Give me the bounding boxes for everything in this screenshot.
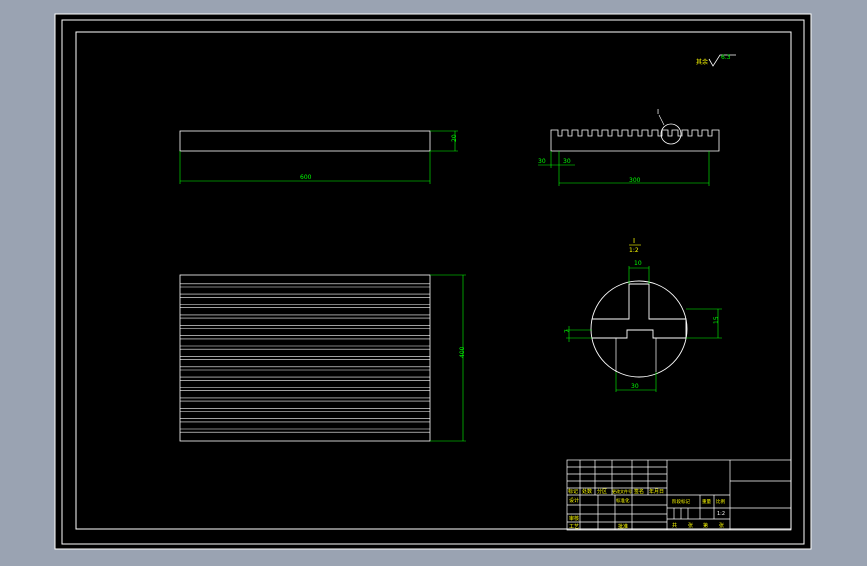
top-height-dim: 400: [459, 346, 466, 358]
tb-ratio: 比例: [716, 498, 725, 505]
surface-finish-label: 其余: [696, 58, 708, 66]
tb-approval: 批准: [618, 523, 628, 530]
side-offset-dim-a: 30: [538, 158, 546, 165]
detail-title: I: [633, 237, 635, 245]
surface-finish-value: 6.3: [721, 54, 731, 61]
tb-stage-mark: 阶段标记: [672, 498, 690, 505]
front-height-dim: 20: [451, 134, 458, 142]
detail-right-height-dim: 15: [713, 316, 720, 324]
tb-weight: 重量: [702, 498, 711, 505]
drawing-svg: 其余 6.3 600 20 I 300 30 30 400 I 1:2 10 1…: [54, 13, 812, 550]
detail-marker: I: [657, 108, 659, 116]
detail-top-width-dim: 10: [634, 260, 642, 267]
tb-sheet-total-unit: 张: [688, 522, 693, 529]
side-offset-dim-b: 30: [563, 158, 571, 165]
tb-role-design: 设计: [569, 497, 579, 504]
tb-label-mark: 标记: [568, 488, 578, 495]
tb-label-change-doc: 更改文件号: [612, 488, 632, 494]
tb-sheet-total: 共: [672, 522, 677, 529]
detail-left-small-dim: 7: [564, 329, 571, 333]
tb-label-sign: 签名: [634, 488, 644, 495]
cad-canvas: 其余 6.3 600 20 I 300 30 30 400 I 1:2 10 1…: [0, 0, 867, 562]
tb-role-process: 工艺: [569, 524, 579, 530]
detail-scale: 1:2: [629, 247, 639, 254]
tb-standardization: 标准化: [616, 497, 630, 504]
tb-label-date: 年月日: [649, 488, 664, 495]
tb-label-count: 处数: [582, 488, 592, 495]
tb-sheet-index: 第: [703, 522, 708, 529]
tb-label-zone: 分区: [597, 488, 607, 495]
side-length-dim: 300: [629, 177, 641, 184]
front-length-dim: 600: [300, 174, 312, 181]
detail-bottom-width-dim: 30: [631, 383, 639, 390]
drawing-sheet: [54, 13, 812, 550]
tb-ratio-value: 1:2: [717, 511, 725, 517]
tb-role-review: 审核: [569, 515, 579, 522]
tb-sheet-index-unit: 张: [719, 522, 724, 529]
